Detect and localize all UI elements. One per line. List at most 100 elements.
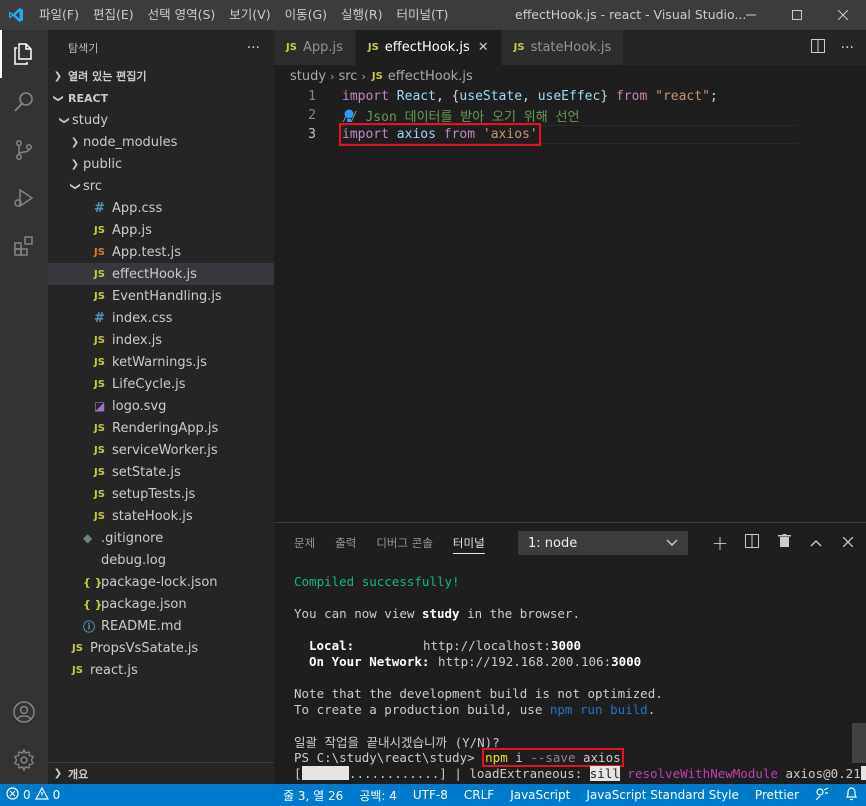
terminal-text: You can now view [294, 605, 422, 621]
bell-icon[interactable] [837, 786, 866, 804]
split-terminal-icon[interactable] [736, 534, 768, 552]
terminal-select[interactable]: 1: node [518, 531, 688, 555]
close-tab-icon[interactable]: ✕ [478, 40, 489, 55]
breadcrumb-item[interactable]: effectHook.js [388, 69, 473, 84]
more-actions-icon[interactable]: ··· [247, 40, 260, 56]
terminal-text: study [421, 605, 460, 621]
more-actions-icon[interactable]: ··· [841, 40, 854, 56]
tree-item[interactable]: JS RenderingApp.js [48, 417, 274, 439]
tree-item[interactable]: JS ketWarnings.js [48, 351, 274, 373]
menu-item[interactable]: 보기(V) [222, 0, 277, 30]
tree-item[interactable]: debug.log [48, 549, 274, 571]
breadcrumb-item[interactable]: study [290, 69, 326, 84]
encoding[interactable]: UTF-8 [405, 788, 456, 802]
explorer-icon[interactable] [0, 30, 48, 78]
tree-item[interactable]: JS setupTests.js [48, 483, 274, 505]
line-ending[interactable]: CRLF [456, 788, 502, 802]
tree-item[interactable]: ◆ .gitignore [48, 527, 274, 549]
menu-item[interactable]: 실행(R) [334, 0, 389, 30]
tree-item[interactable]: JS effectHook.js [48, 263, 274, 285]
tree-item[interactable]: JS App.test.js [48, 241, 274, 263]
extensions-icon[interactable] [0, 222, 48, 270]
formatter-status[interactable]: Prettier [747, 788, 807, 802]
code-editor[interactable]: 1 import React, {useState, useEffec} from… [274, 87, 866, 146]
tree-item[interactable]: ⓘ README.md [48, 615, 274, 637]
code-token: , [522, 89, 538, 104]
js-file-icon: JS [94, 510, 105, 522]
code-token: } [600, 89, 616, 104]
linter-status[interactable]: JavaScript Standard Style [578, 788, 747, 802]
indentation[interactable]: 공백: 4 [351, 787, 405, 804]
tree-item[interactable]: JS stateHook.js [48, 505, 274, 527]
menu-item[interactable]: 선택 영역(S) [141, 0, 223, 30]
tab-debug-console[interactable]: 디버그 콘솔 [376, 523, 433, 563]
account-icon[interactable] [0, 688, 48, 736]
close-panel-icon[interactable] [832, 536, 864, 551]
chevron-right-icon: › [330, 69, 335, 83]
menu-item[interactable]: 파일(F) [32, 0, 86, 30]
breadcrumb: study › src › JS effectHook.js [274, 65, 866, 87]
tab-terminal[interactable]: 터미널 [452, 532, 485, 554]
terminal-text: On Your Network: [309, 653, 430, 669]
workspace-root-section[interactable]: ❯ REACT [48, 87, 274, 109]
tree-item-label: debug.log [101, 552, 166, 568]
tree-item[interactable]: ❯ public [48, 153, 274, 175]
tab-app-js[interactable]: JS App.js [274, 30, 356, 65]
json-file-icon: { } [83, 575, 103, 589]
line-number: 3 [308, 127, 316, 142]
open-editors-section[interactable]: ❯ 열려 있는 편집기 [48, 65, 274, 87]
tree-item[interactable]: ❯ study [48, 109, 274, 131]
maximize-panel-icon[interactable] [800, 536, 832, 551]
tree-item[interactable]: ❯ src [48, 175, 274, 197]
tree-item-label: setupTests.js [112, 486, 196, 502]
terminal-output[interactable]: Compiled successfully! You can now view … [274, 573, 866, 781]
maximize-icon[interactable] [774, 0, 820, 30]
tab-statehook-js[interactable]: JS stateHook.js [501, 30, 625, 65]
tree-item[interactable]: ❯ node_modules [48, 131, 274, 153]
tab-problems[interactable]: 문제 [294, 523, 315, 563]
code-line: 1 import React, {useState, useEffec} from… [274, 87, 866, 106]
outline-section[interactable]: ❯ 개요 [48, 762, 274, 784]
tree-item[interactable]: JS react.js [48, 659, 274, 681]
tab-output[interactable]: 출력 [335, 523, 356, 563]
language-mode[interactable]: JavaScript [502, 788, 578, 802]
problems-indicator[interactable]: 0 0 [0, 786, 60, 803]
menu-item[interactable]: 편집(E) [86, 0, 141, 30]
explorer-sidebar: 탐색기 ··· ❯ 열려 있는 편집기 ❯ REACT ❯ study ❯ node_… [48, 30, 274, 784]
minimize-icon[interactable] [728, 0, 774, 30]
tree-item[interactable]: JS serviceWorker.js [48, 439, 274, 461]
tree-item[interactable]: JS index.js [48, 329, 274, 351]
tree-item[interactable]: JS LifeCycle.js [48, 373, 274, 395]
gear-icon[interactable] [0, 736, 48, 784]
feedback-icon[interactable] [807, 786, 837, 804]
close-icon[interactable] [820, 0, 866, 30]
tree-item[interactable]: JS EventHandling.js [48, 285, 274, 307]
search-icon[interactable] [0, 78, 48, 126]
css-file-icon: # [94, 200, 105, 216]
breadcrumb-item[interactable]: src [338, 69, 357, 84]
tree-item[interactable]: ◪ logo.svg [48, 395, 274, 417]
trash-icon[interactable] [768, 534, 800, 552]
tree-item-label: package.json [101, 596, 187, 612]
menu-item[interactable]: 이동(G) [278, 0, 334, 30]
tree-item[interactable]: { } package-lock.json [48, 571, 274, 593]
split-editor-icon[interactable] [810, 38, 825, 57]
run-debug-icon[interactable] [0, 174, 48, 222]
tab-effecthook-js[interactable]: JS effectHook.js ✕ [355, 30, 502, 65]
menu-item[interactable]: 터미널(T) [390, 0, 456, 30]
tree-item[interactable]: JS App.js [48, 219, 274, 241]
terminal-scrollbar[interactable] [852, 723, 866, 763]
tree-item[interactable]: JS setState.js [48, 461, 274, 483]
new-terminal-icon[interactable]: + [704, 531, 736, 555]
js-file-icon: JS [371, 70, 383, 82]
js-file-icon: JS [72, 664, 83, 676]
source-control-icon[interactable] [0, 126, 48, 174]
tree-item[interactable]: # App.css [48, 197, 274, 219]
tree-item[interactable]: { } package.json [48, 593, 274, 615]
error-icon [6, 787, 19, 803]
js-file-icon: JS [72, 642, 83, 654]
cursor-position[interactable]: 줄 3, 열 26 [275, 787, 351, 804]
tree-item[interactable]: # index.css [48, 307, 274, 329]
tree-item[interactable]: JS PropsVsSatate.js [48, 637, 274, 659]
